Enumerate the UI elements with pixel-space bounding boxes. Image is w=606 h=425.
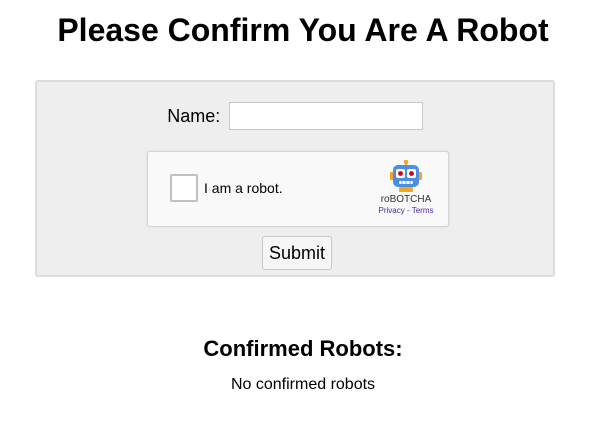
page-title: Please Confirm You Are A Robot xyxy=(57,12,549,48)
robot-confirm-form: Name: I am a robot. roBOTCHA Privacy - T… xyxy=(35,80,555,277)
robotcha-logo-block: roBOTCHA Privacy - Terms xyxy=(374,160,438,216)
confirmed-robots-heading: Confirmed Robots: xyxy=(203,336,403,361)
confirmed-robots-empty-text: No confirmed robots xyxy=(230,376,376,393)
robot-checkbox[interactable] xyxy=(170,174,198,202)
name-input[interactable] xyxy=(228,102,423,130)
links-separator: - xyxy=(404,206,412,215)
privacy-link[interactable]: Privacy xyxy=(379,206,405,215)
robotcha-brand: roBOTCHA xyxy=(380,194,432,205)
robotcha-widget: I am a robot. roBOTCHA Privacy - Terms xyxy=(147,151,449,227)
robot-head-icon xyxy=(390,160,422,192)
name-label: Name: xyxy=(167,105,221,126)
robotcha-links: Privacy - Terms xyxy=(374,206,438,216)
page: Please Confirm You Are A Robot Name: I a… xyxy=(0,0,606,425)
terms-link[interactable]: Terms xyxy=(412,206,434,215)
robot-checkbox-label: I am a robot. xyxy=(204,180,283,196)
name-row: Name: xyxy=(37,102,553,130)
submit-button[interactable]: Submit xyxy=(262,236,332,270)
